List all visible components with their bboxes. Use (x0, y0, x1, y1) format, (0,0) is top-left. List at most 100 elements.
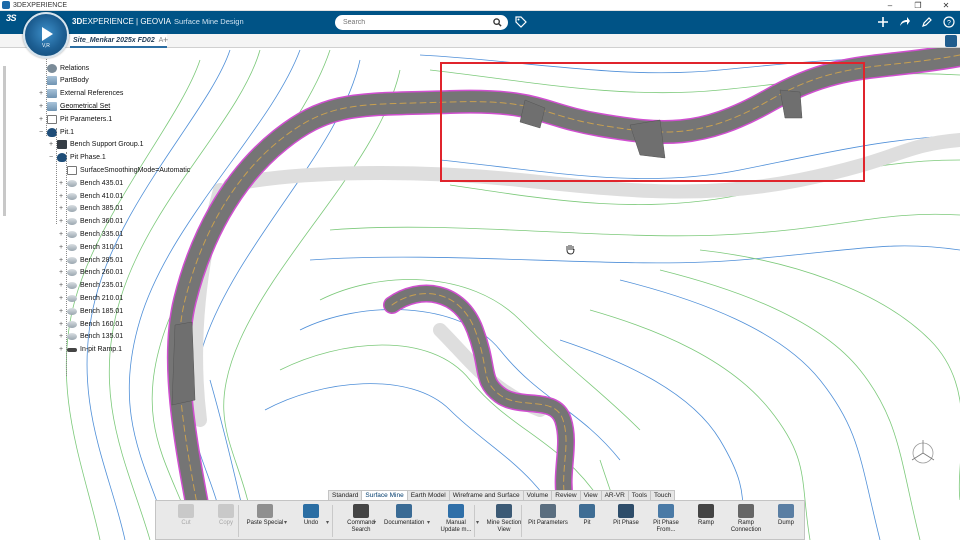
tree-item-label: Bench 160.01 (80, 320, 124, 328)
ramp-connection-button[interactable]: Ramp Connection (726, 504, 766, 534)
tree-item[interactable]: + In-pit Ramp.1 (58, 344, 122, 356)
mine-section-view-button[interactable]: Mine Section View (484, 504, 524, 534)
add-tab-button[interactable]: + (163, 35, 168, 45)
undo-button[interactable]: Undo (291, 504, 331, 527)
dump-button[interactable]: Dump (766, 504, 806, 527)
copy-icon (218, 504, 234, 518)
action-tab[interactable]: Volume (522, 490, 553, 500)
fullscreen-icon[interactable] (945, 35, 957, 47)
tree-expander[interactable]: + (38, 90, 44, 97)
tree-item[interactable]: + Bench Support Group.1 (48, 139, 144, 151)
cut-button[interactable]: Cut (166, 504, 206, 527)
action-tab[interactable]: AR-VR (600, 490, 629, 500)
bench-icon (67, 269, 77, 277)
close-button[interactable]: ✕ (932, 0, 960, 11)
tree-item[interactable]: + Bench 135.01 (58, 331, 123, 343)
action-label: Documentation (384, 520, 425, 526)
copy-button[interactable]: Copy (206, 504, 246, 527)
pit-phase-from-button[interactable]: Pit Phase From... (646, 504, 686, 534)
tree-expander[interactable]: + (58, 321, 64, 328)
minimize-button[interactable]: – (876, 0, 904, 11)
tree-expander[interactable]: + (58, 269, 64, 276)
tree-expander[interactable]: + (58, 218, 64, 225)
orientation-axis-icon[interactable] (908, 438, 938, 470)
tree-item-label: Bench 210.01 (80, 294, 124, 302)
tree-expander[interactable]: + (38, 103, 44, 110)
search-icon[interactable] (493, 18, 502, 27)
tree-item[interactable]: + Geometrical Set (38, 100, 110, 112)
tree-item[interactable]: + Bench 385.01 (58, 203, 123, 215)
pit-parameters-button[interactable]: Pit Parameters (528, 504, 568, 527)
tree-expander[interactable]: + (58, 180, 64, 187)
dump-icon (778, 504, 794, 518)
action-tab[interactable]: Wireframe and Surface (448, 490, 524, 500)
tree-item[interactable]: + Bench 335.01 (58, 228, 123, 240)
action-bar: Cut Copy Paste Special Undo Command Search Do… (155, 500, 805, 540)
tree-item[interactable]: + Bench 360.01 (58, 216, 123, 228)
tree-item[interactable]: + Bench 410.01 (58, 190, 123, 202)
action-label: Ramp (697, 520, 714, 526)
action-tab[interactable]: Earth Model (406, 490, 450, 500)
tree-item-label: In-pit Ramp.1 (80, 346, 123, 354)
tree-expander[interactable]: + (58, 257, 64, 264)
relations-icon (47, 63, 57, 73)
app-name: Surface Mine Design (174, 17, 244, 26)
tree-expander[interactable]: + (58, 231, 64, 238)
tag-icon[interactable] (515, 16, 527, 28)
chevron-down-icon[interactable]: ▾ (476, 519, 479, 526)
tree-expander[interactable]: + (38, 116, 44, 123)
toolbar-separator (474, 505, 475, 537)
bench-icon (67, 205, 77, 213)
documentation-button[interactable]: Documentation (384, 504, 424, 527)
action-tab[interactable]: Surface Mine (361, 490, 408, 500)
search-input[interactable] (335, 15, 485, 30)
tree-expander[interactable]: + (58, 333, 64, 340)
manual-update-m-button[interactable]: Manual Update m... (436, 504, 476, 534)
tree-connector (56, 128, 57, 224)
paste-special-button[interactable]: Paste Special (245, 504, 285, 527)
chevron-down-icon[interactable]: ▾ (427, 519, 430, 526)
tree-expander[interactable]: + (58, 244, 64, 251)
tree-item[interactable]: + Bench 210.01 (58, 292, 123, 304)
ramp-button[interactable]: Ramp (686, 504, 726, 527)
tree-item[interactable]: + Bench 260.01 (58, 267, 123, 279)
action-tab[interactable]: Review (551, 490, 581, 500)
tree-item[interactable]: + Bench 160.01 (58, 318, 123, 330)
chevron-down-icon[interactable]: ▾ (373, 519, 376, 526)
action-tab[interactable]: View (579, 490, 602, 500)
tree-item[interactable]: + Pit Parameters.1 (38, 113, 112, 125)
tree-item[interactable]: + Bench 235.01 (58, 280, 123, 292)
compass-widget[interactable]: V,R (23, 12, 69, 58)
tree-expander[interactable]: + (58, 308, 64, 315)
tree-expander[interactable]: + (58, 205, 64, 212)
tab-active-document[interactable]: Site_Menkar 2025x FD02 A (70, 34, 168, 48)
communication-icon[interactable] (920, 15, 934, 29)
tree-item[interactable]: + Bench 310.01 (58, 241, 123, 253)
add-icon[interactable] (876, 15, 890, 29)
chevron-down-icon[interactable]: ▾ (284, 519, 287, 526)
tree-expander[interactable]: + (58, 295, 64, 302)
tree-expander[interactable]: + (58, 282, 64, 289)
pit-button[interactable]: Pit (567, 504, 607, 527)
tree-item[interactable]: + Bench 435.01 (58, 177, 123, 189)
tree-expander[interactable]: − (48, 154, 54, 161)
pit-phase-button[interactable]: Pit Phase (606, 504, 646, 527)
tree-expander[interactable]: + (58, 193, 64, 200)
pitparam-icon (47, 114, 57, 124)
tree-expander[interactable]: + (48, 141, 54, 148)
bench-icon (67, 179, 77, 187)
action-tab[interactable]: Touch (649, 490, 676, 500)
tree-expander[interactable]: − (38, 129, 44, 136)
chevron-down-icon[interactable]: ▾ (326, 519, 329, 526)
tree-item[interactable]: SurfaceSmoothingMode=Automatic (58, 164, 190, 176)
maximize-button[interactable]: ❐ (904, 0, 932, 11)
help-icon[interactable]: ? (942, 15, 956, 29)
action-tab[interactable]: Tools (627, 490, 651, 500)
tree-expander[interactable]: + (58, 346, 64, 353)
tree-item[interactable]: + Bench 285.01 (58, 254, 123, 266)
action-tab[interactable]: Standard (328, 490, 363, 500)
share-icon[interactable] (898, 15, 912, 29)
tree-item[interactable]: + Bench 185.01 (58, 305, 123, 317)
undo-icon (303, 504, 319, 518)
tree-item[interactable]: + External References (38, 88, 123, 100)
